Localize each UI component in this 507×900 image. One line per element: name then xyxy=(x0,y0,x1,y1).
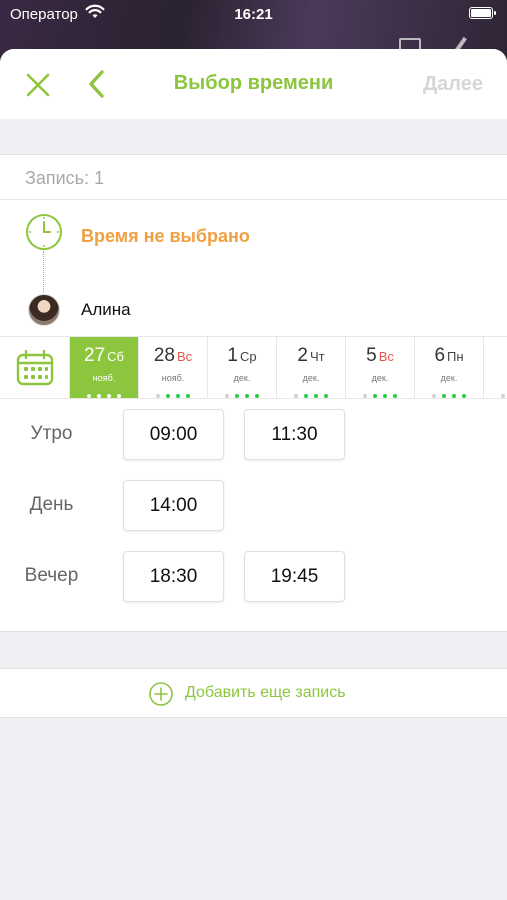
time-slot-button[interactable]: 19:45 xyxy=(244,551,345,602)
availability-dot xyxy=(373,394,377,398)
day-of-month: 28 xyxy=(153,345,175,366)
date-number: 27 Сб xyxy=(70,345,138,367)
availability-dot xyxy=(383,394,387,398)
date-number: 6 Пн xyxy=(415,345,483,367)
availability-dot xyxy=(294,394,298,398)
availability-dot xyxy=(501,394,505,398)
time-slot-button[interactable]: 18:30 xyxy=(123,551,224,602)
month-label: дек. xyxy=(302,373,320,383)
time-slot-row: День 14:00 xyxy=(0,480,507,532)
time-slot-row: Вечер 18:30 19:45 xyxy=(0,551,507,603)
period-label: Утро xyxy=(30,423,73,444)
availability-dots xyxy=(346,385,414,398)
availability-dot xyxy=(442,394,446,398)
availability-dots xyxy=(415,385,483,398)
availability-dots xyxy=(70,385,138,398)
month-label: дек. xyxy=(233,373,251,383)
day-of-month: 2 xyxy=(297,345,308,366)
day-of-month: 6 xyxy=(434,345,446,366)
plus-circle-icon xyxy=(149,682,173,706)
calendar-button[interactable] xyxy=(0,337,70,399)
availability-dot xyxy=(186,394,190,398)
date-item[interactable]: 5 Вс дек. xyxy=(346,337,415,398)
availability-dot xyxy=(235,394,239,398)
booking-sheet: Выбор времени Далее Запись: 1 Время не в… xyxy=(0,49,507,900)
availability-dot xyxy=(166,394,170,398)
date-number: 28 Вс xyxy=(139,345,207,367)
date-item[interactable]: 2 Чт дек. xyxy=(277,337,346,398)
availability-dot xyxy=(156,394,160,398)
time-slot-button[interactable]: 14:00 xyxy=(123,480,224,531)
availability-dot xyxy=(176,394,180,398)
calendar-icon xyxy=(16,350,53,386)
date-item[interactable]: 6 Пн дек. xyxy=(415,337,484,398)
date-item[interactable]: 27 Сб нояб. xyxy=(70,337,139,398)
availability-dot xyxy=(363,394,367,398)
availability-dot xyxy=(97,394,101,398)
weekday-label: Чт xyxy=(309,349,325,364)
month-label: дек. xyxy=(371,373,389,383)
availability-dot xyxy=(117,394,121,398)
availability-dot xyxy=(225,394,229,398)
month-label: нояб. xyxy=(92,373,116,383)
availability-dot xyxy=(255,394,259,398)
next-button[interactable]: Далее xyxy=(423,73,483,96)
weekday-label: Ср xyxy=(239,349,257,364)
divider xyxy=(0,199,507,200)
add-record-label: Добавить еще запись xyxy=(185,684,346,701)
date-item[interactable]: 28 Вс нояб. xyxy=(139,337,208,398)
clock-icon xyxy=(25,213,63,251)
month-label: д xyxy=(484,373,507,383)
record-number-label: Запись: 1 xyxy=(25,168,105,188)
availability-dot xyxy=(314,394,318,398)
weekday-label: Пн xyxy=(447,349,464,364)
weekday-label: Сб xyxy=(107,349,124,364)
time-slot-row: Утро 09:00 11:30 xyxy=(0,409,507,461)
day-of-month: 1 xyxy=(227,345,238,366)
month-label: нояб. xyxy=(161,373,185,383)
availability-dot xyxy=(462,394,466,398)
time-status: Время не выбрано xyxy=(81,226,250,246)
add-record-button[interactable]: Добавить еще запись xyxy=(0,668,507,718)
master-name[interactable]: Алина xyxy=(81,300,131,320)
weekday-label: Вс xyxy=(176,349,193,364)
weekday-label: Вс xyxy=(378,349,394,364)
navigation-bar: Выбор времени Далее xyxy=(0,49,507,119)
master-avatar xyxy=(28,294,60,326)
availability-dot xyxy=(107,394,111,398)
date-item[interactable]: 7д xyxy=(484,337,507,398)
availability-dot xyxy=(87,394,91,398)
day-of-month: 27 xyxy=(84,345,106,366)
battery-icon xyxy=(469,7,496,19)
day-of-month: 5 xyxy=(366,345,377,366)
availability-dots xyxy=(277,385,345,398)
month-label: дек. xyxy=(440,373,458,383)
availability-dots xyxy=(208,385,276,398)
date-number: 7 xyxy=(484,345,507,367)
date-strip: 27 Сб нояб. 28 Вс нояб. 1 Ср дек. 2 Чт дек. 5 Вс дек. 6… xyxy=(0,336,507,399)
date-number: 2 Чт xyxy=(277,345,345,367)
availability-dot xyxy=(393,394,397,398)
period-label: Вечер xyxy=(24,565,79,586)
availability-dot xyxy=(324,394,328,398)
record-card: Запись: 1 Время не выбрано Алина 27 Сб н… xyxy=(0,154,507,632)
status-bar: Оператор 16:21 xyxy=(0,0,507,30)
time-slot-button[interactable]: 09:00 xyxy=(123,409,224,460)
availability-dot xyxy=(452,394,456,398)
time-slot-button[interactable]: 11:30 xyxy=(244,409,345,460)
availability-dots xyxy=(484,385,507,398)
period-label: День xyxy=(29,494,74,515)
availability-dot xyxy=(245,394,249,398)
availability-dots xyxy=(139,385,207,398)
date-number: 1 Ср xyxy=(208,345,276,367)
availability-dot xyxy=(304,394,308,398)
date-number: 5 Вс xyxy=(346,345,414,367)
clock-time: 16:21 xyxy=(234,6,273,23)
availability-dot xyxy=(432,394,436,398)
date-item[interactable]: 1 Ср дек. xyxy=(208,337,277,398)
